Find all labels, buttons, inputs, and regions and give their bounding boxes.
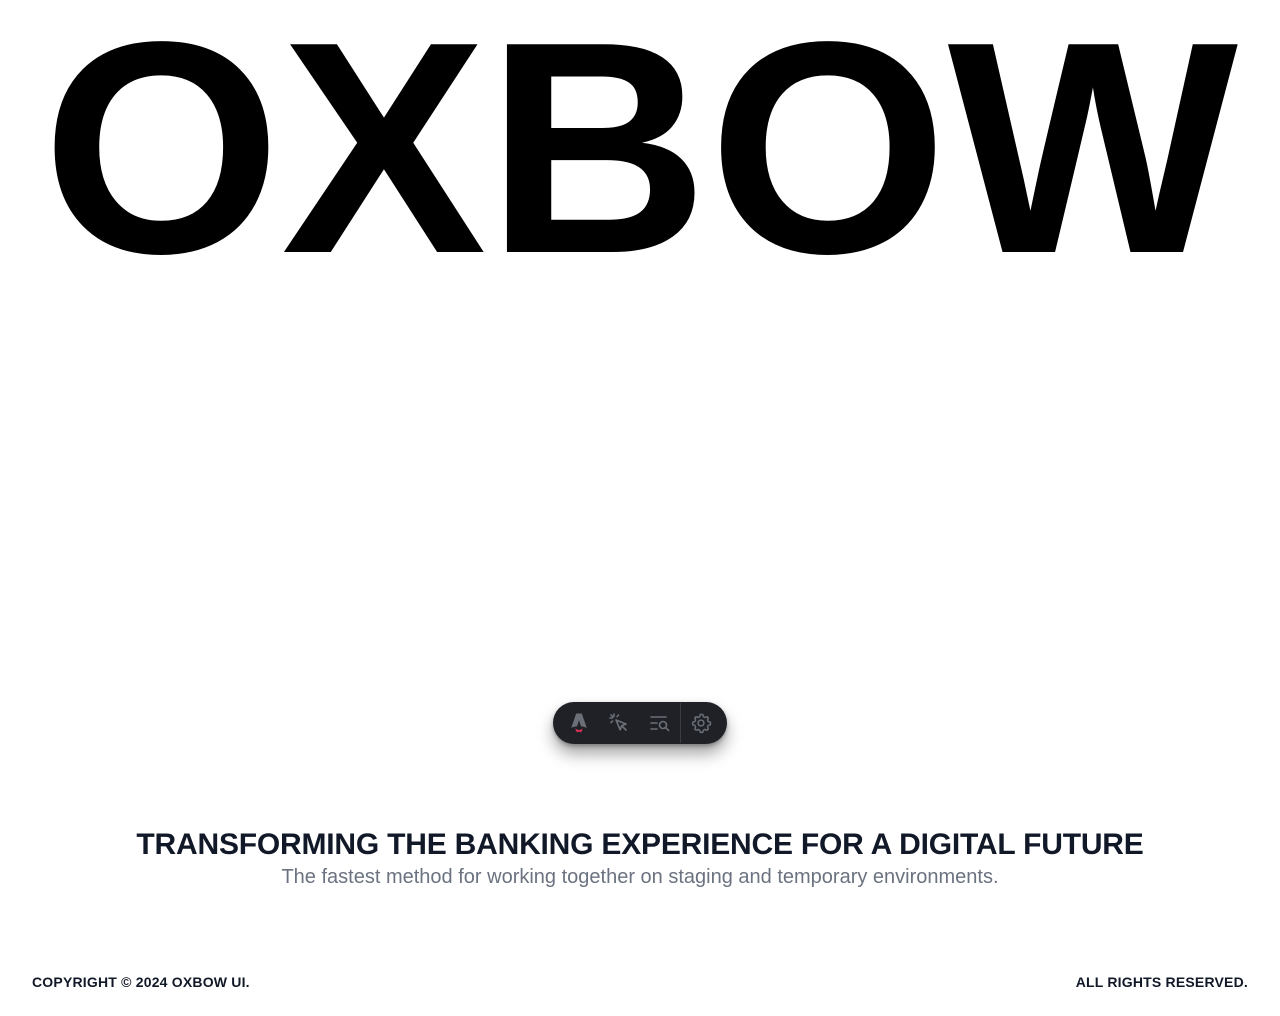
search-list-icon (649, 713, 671, 733)
dev-toolbar (553, 702, 727, 744)
astro-logo-icon (569, 712, 589, 734)
logo-text: OXBOW (42, 28, 1240, 260)
cursor-select-icon (608, 712, 630, 734)
gear-icon (690, 712, 712, 734)
oxbow-wordmark: OXBOW (42, 28, 1240, 260)
site-logo[interactable]: OXBOW (40, 28, 1240, 260)
footer-rights: ALL RIGHTS RESERVED. (1075, 974, 1248, 990)
toolbar-audit-button[interactable] (640, 702, 680, 744)
hero-title: TRANSFORMING THE BANKING EXPERIENCE FOR … (136, 828, 1144, 861)
toolbar-inspect-button[interactable] (599, 702, 639, 744)
hero-subtitle: The fastest method for working together … (281, 866, 999, 888)
footer-copyright: COPYRIGHT © 2024 OXBOW UI. (32, 974, 250, 990)
toolbar-app-button[interactable] (559, 702, 599, 744)
toolbar-settings-button[interactable] (681, 702, 721, 744)
